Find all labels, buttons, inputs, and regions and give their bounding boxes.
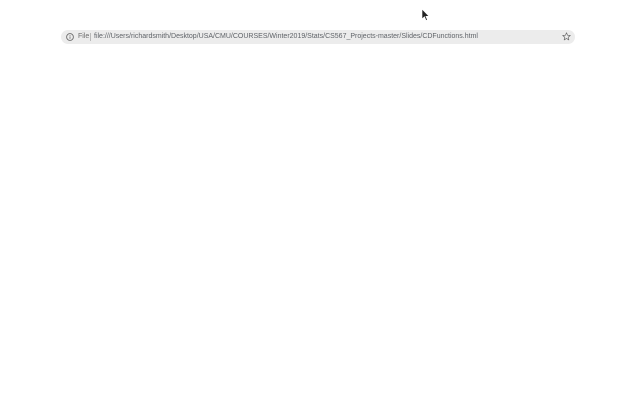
address-bar[interactable]: File file:///Users/richardsmith/Desktop/… — [61, 30, 575, 44]
address-divider — [90, 33, 91, 41]
info-icon[interactable] — [66, 33, 74, 41]
browser-window: File file:///Users/richardsmith/Desktop/… — [0, 0, 640, 400]
mouse-cursor-icon — [421, 9, 429, 21]
url-scheme-label: File — [78, 33, 90, 40]
star-icon[interactable] — [562, 32, 571, 41]
page-content-area — [0, 50, 640, 400]
url-text[interactable]: file:///Users/richardsmith/Desktop/USA/C… — [94, 32, 559, 42]
